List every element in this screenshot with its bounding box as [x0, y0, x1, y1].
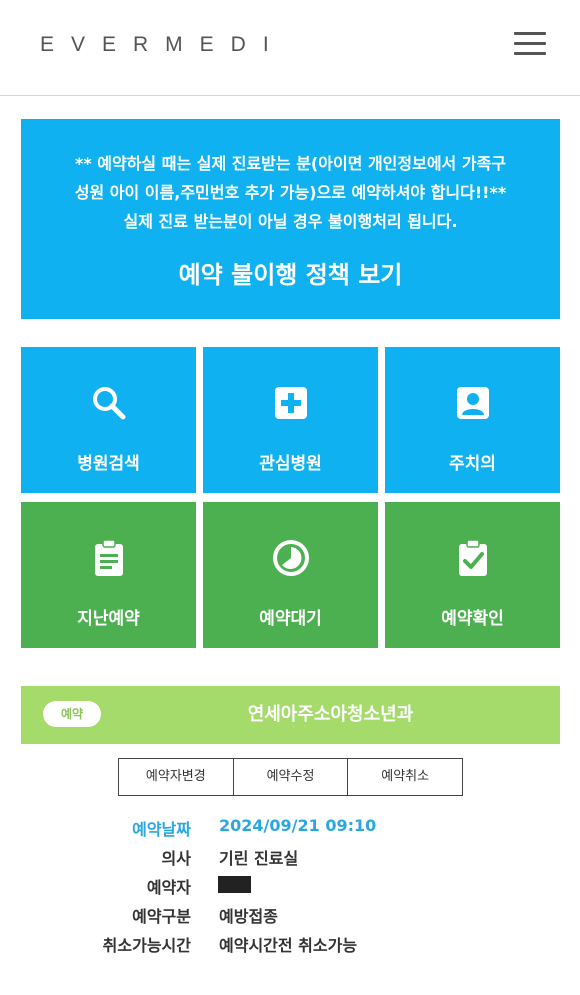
tile-favorite-hospitals[interactable]: 관심병원	[203, 347, 378, 493]
detail-row-patient: 예약자	[0, 874, 580, 904]
detail-value: 2024/09/21 09:10	[219, 816, 377, 835]
tile-label: 예약확인	[441, 609, 504, 629]
logo: EVERMEDI	[40, 33, 286, 56]
tile-primary-doctor[interactable]: 주치의	[385, 347, 560, 493]
clipboard-check-icon	[459, 539, 487, 576]
cancel-reservation-button[interactable]: 예약취소	[348, 759, 463, 795]
tile-past-reservations[interactable]: 지난예약	[21, 502, 196, 648]
no-show-policy-link[interactable]: 예약 불이행 정책 보기	[21, 255, 560, 290]
detail-label: 예약자	[146, 878, 191, 897]
detail-label: 의사	[161, 849, 191, 868]
detail-value: 예방접종	[219, 907, 278, 926]
search-icon	[93, 387, 126, 420]
detail-label: 예약날짜	[132, 820, 191, 839]
redacted-name	[218, 876, 251, 893]
notice-banner: ** 예약하실 때는 실제 진료받는 분(아이면 개인정보에서 가족구 성원 아…	[21, 119, 560, 319]
tile-waiting[interactable]: 예약대기	[203, 502, 378, 648]
detail-value: 예약시간전 취소가능	[219, 936, 358, 955]
clipboard-icon	[95, 539, 123, 576]
tile-label: 지난예약	[77, 609, 140, 629]
tile-label: 병원검색	[77, 454, 140, 474]
detail-label: 취소가능시간	[102, 936, 191, 955]
change-patient-button[interactable]: 예약자변경	[119, 759, 234, 795]
notice-line: 실제 진료 받는분이 아닐 경우 불이행처리 됩니다.	[123, 212, 458, 231]
status-badge: 예약	[43, 701, 101, 727]
medical-cross-icon	[275, 387, 307, 419]
tile-hospital-search[interactable]: 병원검색	[21, 347, 196, 493]
edit-reservation-button[interactable]: 예약수정	[233, 759, 349, 795]
detail-value: 기린 진료실	[219, 849, 299, 868]
detail-row-date: 예약날짜 2024/09/21 09:10	[0, 816, 580, 846]
appointment-actions: 예약자변경 예약수정 예약취소	[118, 758, 463, 796]
hamburger-menu-icon[interactable]	[514, 32, 546, 56]
detail-row-doctor: 의사 기린 진료실	[0, 845, 580, 875]
appointment-header: 예약 연세아주소아청소년과	[21, 686, 560, 744]
clock-icon	[273, 540, 309, 576]
notice-text: ** 예약하실 때는 실제 진료받는 분(아이면 개인정보에서 가족구 성원 아…	[39, 149, 542, 236]
app-header: EVERMEDI	[0, 0, 580, 96]
tile-label: 관심병원	[259, 454, 322, 474]
tile-label: 예약대기	[259, 609, 322, 629]
hospital-name: 연세아주소아청소년과	[247, 704, 414, 725]
detail-label: 예약구분	[132, 907, 191, 926]
tile-reservation-check[interactable]: 예약확인	[385, 502, 560, 648]
doctor-portrait-icon	[457, 387, 489, 419]
notice-line: ** 예약하실 때는 실제 진료받는 분(아이면 개인정보에서 가족구	[74, 154, 507, 173]
tile-label: 주치의	[449, 454, 496, 474]
notice-line: 성원 아이 이름,주민번호 추가 가능)으로 예약하셔야 합니다!!**	[74, 183, 507, 202]
detail-row-cancel-window: 취소가능시간 예약시간전 취소가능	[0, 932, 580, 962]
detail-row-type: 예약구분 예방접종	[0, 903, 580, 933]
